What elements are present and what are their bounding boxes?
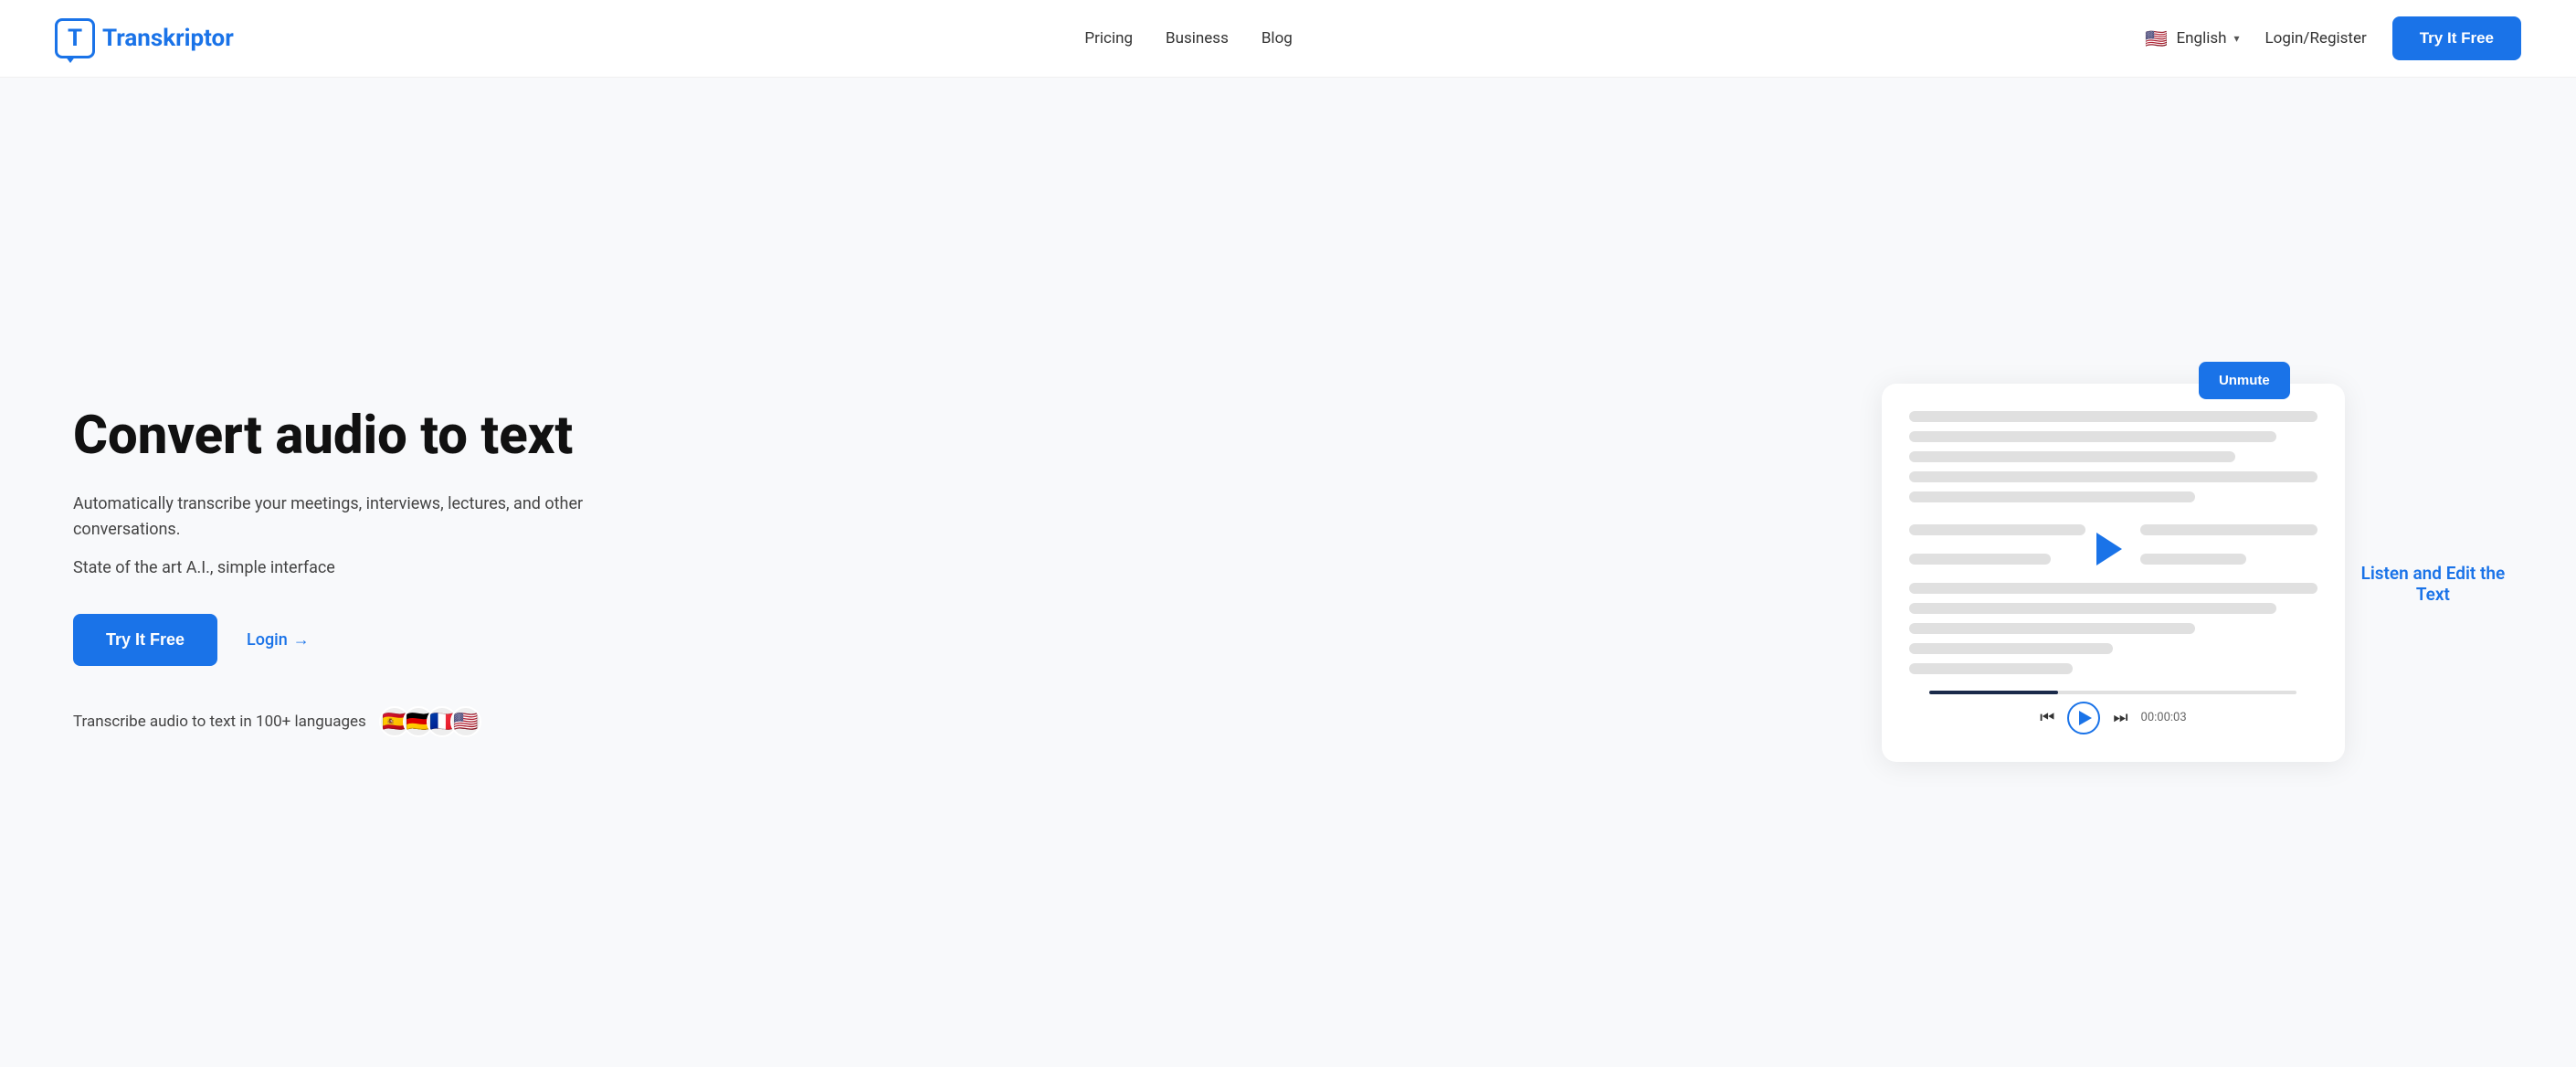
text-line <box>1909 431 2276 442</box>
hero-languages: Transcribe audio to text in 100+ languag… <box>73 706 639 737</box>
text-line <box>1909 554 2051 565</box>
hero-login-link[interactable]: Login → <box>247 630 310 650</box>
timestamp: 00:00:03 <box>2141 711 2187 724</box>
hero-title: Convert audio to text <box>73 407 639 466</box>
try-it-free-header-button[interactable]: Try It Free <box>2392 16 2521 60</box>
text-line <box>1909 603 2276 614</box>
text-line <box>1909 451 2235 462</box>
text-line <box>1909 643 2113 654</box>
unmute-button[interactable]: Unmute <box>2199 362 2290 399</box>
text-line <box>2140 524 2317 535</box>
progress-bar[interactable] <box>1929 691 2296 694</box>
text-line <box>2140 554 2246 565</box>
text-line <box>1909 491 2195 502</box>
try-it-free-hero-button[interactable]: Try It Free <box>73 614 217 666</box>
hero-section: Convert audio to text Automatically tran… <box>0 78 2576 1067</box>
nav-pricing[interactable]: Pricing <box>1084 29 1133 48</box>
hero-cta: Try It Free Login → <box>73 614 639 666</box>
login-label: Login <box>247 630 288 650</box>
nav-right: 🇺🇸 English ▾ Login/Register Try It Free <box>2143 16 2521 60</box>
forward-button[interactable]: ⏭ <box>2113 708 2127 727</box>
text-lines-bottom <box>1909 583 2317 674</box>
logo-text: Transkriptor <box>102 25 234 52</box>
progress-area: ⏮ ⏭ 00:00:03 <box>1909 691 2317 734</box>
logo[interactable]: T Transkriptor <box>55 18 234 58</box>
rewind-button[interactable]: ⏮ <box>2040 708 2054 727</box>
flags-row: 🇪🇸 🇩🇪 🇫🇷 🇺🇸 <box>379 706 481 737</box>
text-line <box>1909 623 2195 634</box>
logo-letter: T <box>68 25 82 52</box>
nav-business[interactable]: Business <box>1166 29 1229 48</box>
main-nav: Pricing Business Blog <box>1084 29 1292 48</box>
text-line <box>1909 663 2073 674</box>
hero-subtitle: State of the art A.I., simple interface <box>73 558 639 577</box>
play-arrow-icon[interactable] <box>2096 533 2122 565</box>
lines-group-right <box>2140 524 2317 574</box>
hero-right: Unmute <box>1882 384 2521 762</box>
logo-icon: T <box>55 18 95 58</box>
arrow-icon: → <box>293 630 310 650</box>
flag-us-icon: 🇺🇸 <box>2143 26 2169 51</box>
hero-left: Convert audio to text Automatically tran… <box>73 407 639 737</box>
listen-edit-label[interactable]: Listen and Edit the Text <box>2345 563 2521 605</box>
text-line <box>1909 583 2317 594</box>
player-card: Unmute <box>1882 384 2345 762</box>
mid-section <box>1909 524 2317 574</box>
progress-fill <box>1929 691 2058 694</box>
language-label: English <box>2176 29 2226 48</box>
lines-group-left <box>1909 524 2085 574</box>
language-selector[interactable]: 🇺🇸 English ▾ <box>2143 26 2239 51</box>
text-line <box>1909 411 2317 422</box>
play-button[interactable] <box>2067 702 2100 734</box>
text-lines-top <box>1909 411 2317 502</box>
hero-description: Automatically transcribe your meetings, … <box>73 491 639 544</box>
text-line <box>1909 524 2085 535</box>
play-triangle-icon <box>2079 711 2092 725</box>
flag-usa-icon: 🇺🇸 <box>450 706 481 737</box>
nav-blog[interactable]: Blog <box>1262 29 1293 48</box>
chevron-down-icon: ▾ <box>2233 32 2239 45</box>
login-register-link[interactable]: Login/Register <box>2265 29 2367 48</box>
text-line <box>1909 471 2317 482</box>
player-controls: ⏮ ⏭ 00:00:03 <box>2040 702 2187 734</box>
languages-label: Transcribe audio to text in 100+ languag… <box>73 713 366 731</box>
header: T Transkriptor Pricing Business Blog 🇺🇸 … <box>0 0 2576 78</box>
